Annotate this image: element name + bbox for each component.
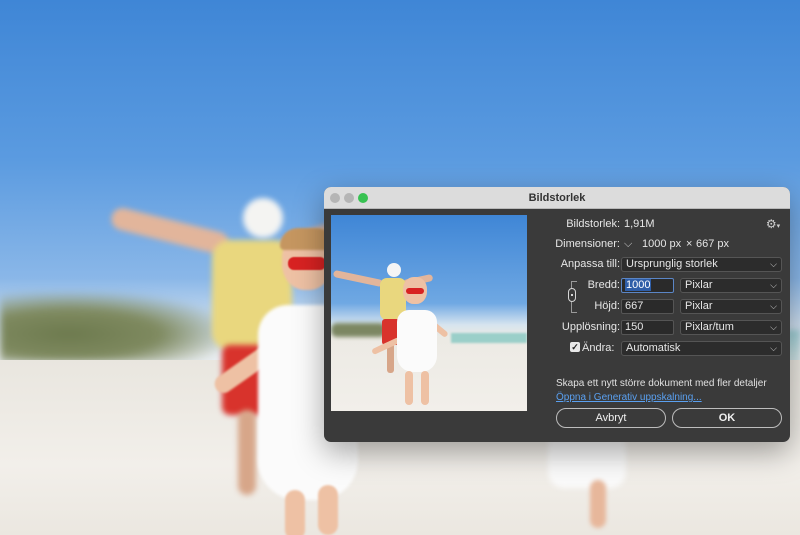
fit-to-value: Ursprunglig storlek	[626, 258, 718, 270]
chevron-down-icon: ⌵	[770, 343, 777, 353]
gear-icon[interactable]: ⚙▾	[765, 216, 781, 232]
dimensions-height-value: 667 px	[696, 238, 730, 250]
chevron-down-icon: ⌵	[770, 259, 777, 269]
height-unit-value: Pixlar	[685, 300, 713, 312]
width-value: 1000	[625, 279, 652, 291]
resolution-unit-value: Pixlar/tum	[685, 321, 734, 333]
resample-select[interactable]: Automatisk ⌵	[621, 341, 782, 356]
resample-value: Automatisk	[626, 342, 681, 354]
preview-girl-sunglasses	[406, 288, 424, 294]
chevron-down-icon: ⌵	[770, 280, 777, 290]
resolution-input[interactable]: 150	[621, 320, 674, 335]
image-preview[interactable]	[331, 215, 527, 411]
preview-girl-leg	[405, 371, 413, 405]
preview-man-head	[387, 263, 401, 277]
height-label: Höjd:	[594, 300, 620, 312]
man-head	[243, 198, 283, 238]
resample-checkbox[interactable]: ✓	[570, 342, 580, 352]
dimensions-label: Dimensioner:	[555, 238, 620, 250]
preview-man-arm	[332, 269, 384, 288]
width-input[interactable]: 1000	[621, 278, 674, 293]
preview-sea	[451, 333, 527, 343]
girl-leg	[285, 490, 305, 535]
chevron-down-icon: ⌵	[770, 322, 777, 332]
preview-trees	[331, 323, 386, 337]
preview-girl-dress	[397, 310, 437, 372]
resolution-label: Upplösning:	[561, 321, 620, 333]
girl-sunglasses	[288, 257, 326, 270]
image-size-dialog: Bildstorlek Bildstorlek: 1,91M ⚙▾ Dimens…	[324, 187, 790, 442]
generative-upscale-link[interactable]: Öppna i Generativ uppskalning...	[556, 392, 702, 403]
chevron-down-icon[interactable]: ⌵	[624, 236, 632, 252]
fit-to-select[interactable]: Ursprunglig storlek ⌵	[621, 257, 782, 272]
resample-label: Ändra:	[582, 342, 615, 354]
width-unit-select[interactable]: Pixlar ⌵	[680, 278, 782, 293]
dialog-titlebar[interactable]: Bildstorlek	[324, 187, 790, 209]
cancel-button[interactable]: Avbryt	[556, 408, 666, 428]
dimensions-toggle[interactable]: ⌵	[624, 236, 632, 252]
preview-girl-leg	[421, 371, 429, 405]
fit-to-label: Anpassa till:	[560, 258, 620, 270]
dimensions-width-value: 1000 px	[642, 238, 682, 250]
resolution-value: 150	[625, 321, 644, 333]
girl-leg	[318, 485, 338, 535]
background-trees	[0, 292, 230, 362]
upscale-hint: Skapa ett nytt större dokument med fler …	[556, 378, 767, 389]
chevron-down-icon: ⌵	[770, 301, 777, 311]
width-unit-value: Pixlar	[685, 279, 713, 291]
dialog-title: Bildstorlek	[528, 192, 586, 204]
ok-button[interactable]: OK	[672, 408, 782, 428]
ghost-leg	[590, 480, 606, 528]
height-value: 667	[625, 300, 644, 312]
man-leg	[238, 410, 256, 495]
height-input[interactable]: 667	[621, 299, 674, 314]
dimensions-times: ×	[686, 238, 693, 250]
resolution-unit-select[interactable]: Pixlar/tum ⌵	[680, 320, 782, 335]
man-arm	[109, 205, 231, 257]
image-size-value: 1,91M	[624, 218, 655, 230]
height-unit-select[interactable]: Pixlar ⌵	[680, 299, 782, 314]
image-size-label: Bildstorlek:	[566, 218, 620, 230]
